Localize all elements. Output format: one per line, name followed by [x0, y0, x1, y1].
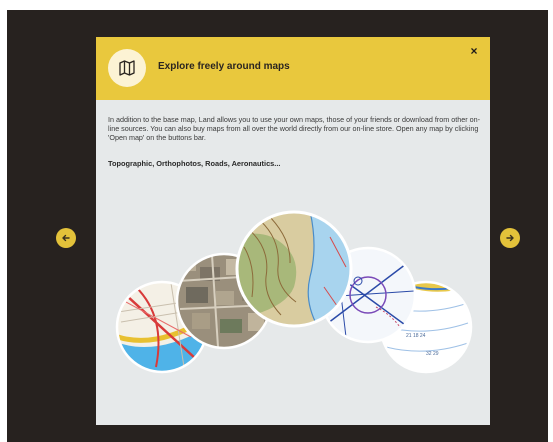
map-previews-illustration: 21 18 24 32 29	[115, 210, 473, 374]
svg-text:21 18 24: 21 18 24	[406, 333, 426, 339]
previous-arrow-button[interactable]	[56, 228, 76, 248]
arrow-right-icon	[506, 234, 514, 242]
svg-text:32 29: 32 29	[426, 351, 439, 357]
arrow-left-icon	[62, 234, 70, 242]
next-arrow-button[interactable]	[500, 228, 520, 248]
explore-maps-modal: Explore freely around maps × In addition…	[96, 37, 490, 425]
topographic-map-preview	[235, 210, 353, 328]
